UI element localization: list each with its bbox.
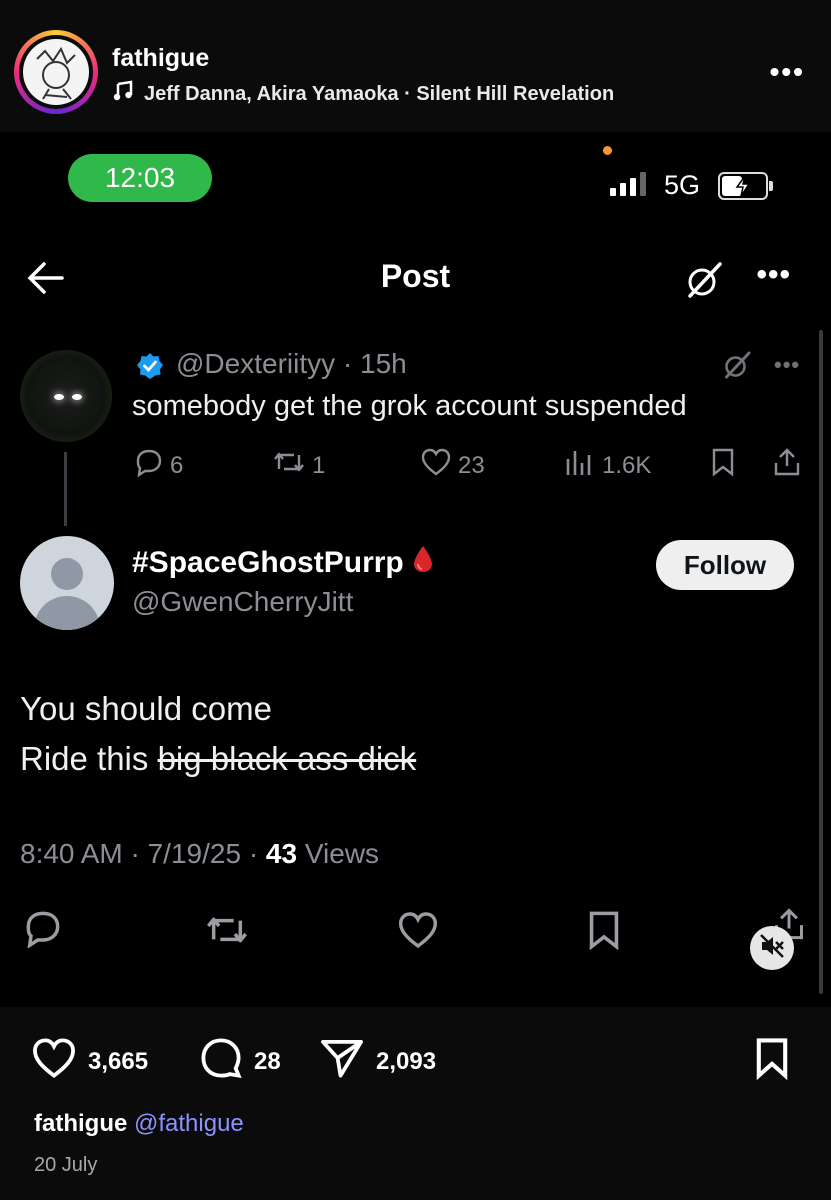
bookmark-icon [752, 1036, 792, 1087]
like-button[interactable]: 23 [420, 447, 485, 484]
post-caption: fathigue @fathigue [34, 1110, 244, 1138]
repost-button[interactable]: 1 [272, 447, 325, 484]
like-button[interactable]: 3,665 [30, 1036, 148, 1087]
embedded-screenshot: 12:03 5G Post ••• @Dexteriityy · 15h •••… [0, 132, 831, 1007]
views-button[interactable]: 1.6K [564, 447, 651, 484]
tweet-meta: 8:40 AM · 7/19/25 · 43 Views [20, 838, 379, 870]
grok-icon[interactable] [722, 350, 752, 385]
author-handle[interactable]: @GwenCherryJitt [132, 586, 353, 618]
comment-icon [134, 447, 164, 484]
muted-speaker-icon [758, 932, 786, 965]
analytics-icon [564, 447, 596, 484]
tweet-more-button[interactable]: ••• [774, 352, 800, 378]
heart-icon [30, 1036, 78, 1087]
follow-button[interactable]: Follow [656, 540, 794, 590]
instagram-post-header: fathigue Jeff Danna, Akira Yamaoka · Sil… [0, 0, 831, 130]
caption-username[interactable]: fathigue [34, 1110, 127, 1137]
profile-avatar[interactable] [14, 30, 98, 114]
bookmark-button[interactable] [710, 447, 736, 484]
share-icon [772, 447, 802, 484]
post-options-button[interactable]: ••• [770, 56, 805, 88]
reply-button[interactable]: 6 [134, 447, 183, 484]
repost-count: 1 [312, 451, 326, 479]
post-username[interactable]: fathigue [112, 44, 209, 73]
music-note-icon [112, 80, 134, 108]
timestamp: 8:40 AM · 7/19/25 · [20, 838, 266, 869]
heart-icon[interactable] [396, 910, 440, 955]
post-date: 20 July [34, 1154, 98, 1176]
comment-count: 28 [254, 1047, 281, 1075]
comment-icon[interactable] [22, 908, 64, 953]
like-count: 3,665 [88, 1047, 149, 1075]
scrollbar[interactable] [819, 330, 823, 994]
heart-icon [420, 447, 452, 484]
grok-icon[interactable] [684, 260, 724, 305]
music-label: Jeff Danna, Akira Yamaoka · Silent Hill … [144, 82, 615, 105]
caption-mention[interactable]: @fathigue [134, 1110, 244, 1137]
post-action-bar: 3,665 28 2,093 [30, 1036, 810, 1082]
tweet-text: You should come Ride this big black ass … [20, 684, 416, 784]
status-time: 12:03 [68, 154, 212, 202]
tweet-line-2-prefix: Ride this [20, 740, 158, 777]
display-name: #SpaceGhostPurrp [132, 546, 404, 579]
tweet-action-bar [20, 904, 810, 954]
privacy-indicator [603, 146, 612, 155]
author-avatar[interactable] [20, 536, 114, 630]
thread-line [64, 452, 67, 526]
replier-handle[interactable]: @Dexteriityy · 15h [176, 348, 407, 380]
tweet-line-2: Ride this big black ass dick [20, 734, 416, 784]
repost-icon [272, 447, 306, 484]
battery-charging-icon [718, 172, 773, 200]
reply-text: somebody get the grok account suspended [132, 390, 687, 422]
repost-icon[interactable] [204, 910, 250, 955]
send-icon [318, 1036, 366, 1087]
bookmark-icon [710, 447, 736, 484]
verified-badge-icon [136, 352, 164, 380]
network-label: 5G [664, 170, 701, 200]
view-count: 1.6K [602, 451, 652, 479]
share-count: 2,093 [376, 1047, 437, 1075]
like-count: 23 [458, 451, 485, 479]
reply-action-bar: 6 1 23 1.6K [132, 447, 812, 483]
views-label: Views [297, 838, 380, 869]
tweet-line-1: You should come [20, 690, 272, 727]
blood-drop-icon [412, 544, 434, 582]
comment-button[interactable]: 28 [198, 1036, 281, 1087]
mute-toggle-button[interactable] [750, 926, 794, 970]
comment-icon [198, 1036, 244, 1087]
bookmark-icon[interactable] [586, 908, 622, 957]
share-button[interactable]: 2,093 [318, 1036, 436, 1087]
music-info[interactable]: Jeff Danna, Akira Yamaoka · Silent Hill … [112, 80, 614, 108]
views-count: 43 [265, 838, 298, 869]
replier-avatar[interactable] [20, 350, 112, 442]
signal-icon [610, 172, 646, 196]
save-button[interactable] [752, 1036, 792, 1087]
share-button[interactable] [772, 447, 802, 484]
reply-count: 6 [170, 451, 184, 479]
more-options-button[interactable]: ••• [756, 258, 791, 292]
struck-text: big black ass dick [157, 740, 417, 777]
author-name[interactable]: #SpaceGhostPurrp [132, 544, 434, 582]
